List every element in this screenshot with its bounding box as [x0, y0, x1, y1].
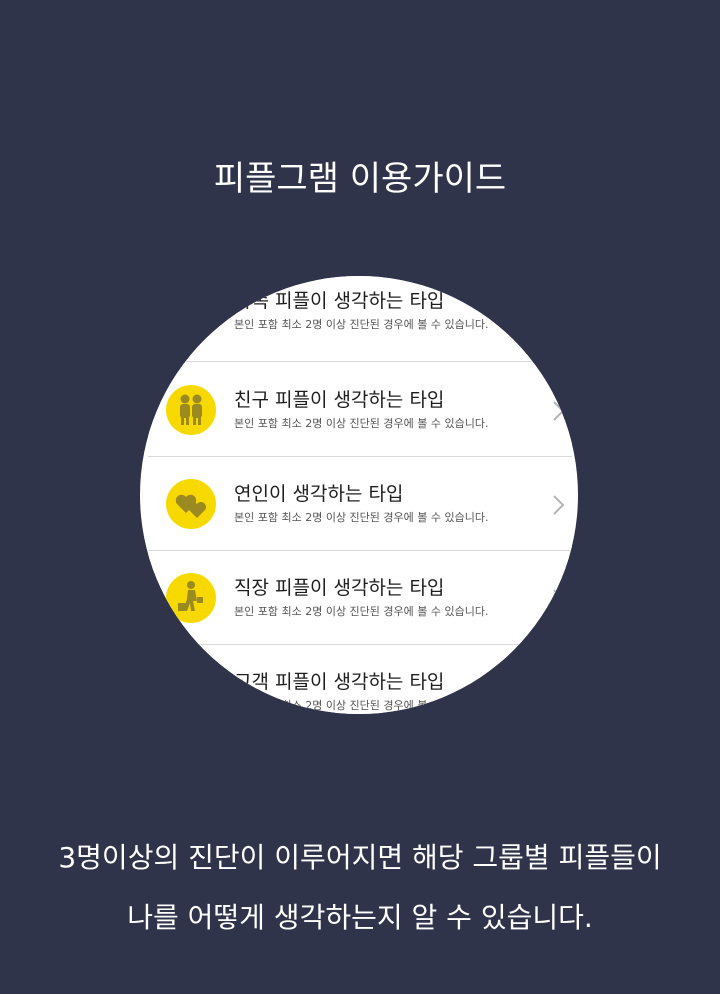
friends-icon [166, 385, 216, 435]
list-item-friends[interactable]: 친구 피플이 생각하는 타입 본인 포함 최소 2명 이상 진단된 경우에 볼 … [148, 363, 572, 457]
list-item-work[interactable]: 직장 피플이 생각하는 타입 본인 포함 최소 2명 이상 진단된 경우에 볼 … [148, 551, 572, 645]
list-item-subtitle: 본인 포함 최소 2명 이상 진단된 경우에 볼 수 있습니다. [234, 318, 489, 331]
hearts-icon [166, 479, 216, 529]
list-item-subtitle: 본인 포함 최소 2명 이상 진단된 경우에 볼 수 있습니다. [234, 605, 489, 618]
list-item-customer[interactable]: 고객 피플이 생각하는 타입 본인 포함 최소 2명 이상 진단된 경우에 볼 … [148, 645, 572, 714]
list-item-subtitle: 본인 포함 최소 2명 이상 진단된 경우에 볼 수 있습니다. [234, 699, 489, 712]
list-item-title: 연인이 생각하는 타입 [234, 483, 404, 505]
list-item-family[interactable]: 가족 피플이 생각하는 타입 본인 포함 최소 2명 이상 진단된 경우에 볼 … [148, 276, 572, 362]
customer-icon [166, 667, 216, 714]
caption-line-1: 3명이상의 진단이 이루어지면 해당 그룹별 피플들이 [58, 841, 662, 874]
list-item-title: 직장 피플이 생각하는 타입 [234, 577, 445, 599]
list-item-title: 가족 피플이 생각하는 타입 [234, 290, 445, 312]
worker-icon [166, 573, 216, 623]
chevron-right-icon [553, 589, 565, 609]
divider [148, 361, 572, 362]
page-title: 피플그램 이용가이드 [213, 158, 507, 199]
list-item-subtitle: 본인 포함 최소 2명 이상 진단된 경우에 볼 수 있습니다. [234, 417, 489, 430]
chevron-right-icon [553, 401, 565, 421]
list-item-subtitle: 본인 포함 최소 2명 이상 진단된 경우에 볼 수 있습니다. [234, 511, 489, 524]
caption-line-2: 나를 어떻게 생각하는지 알 수 있습니다. [127, 901, 593, 934]
list-item-title: 고객 피플이 생각하는 타입 [234, 671, 445, 693]
list-item-lover[interactable]: 연인이 생각하는 타입 본인 포함 최소 2명 이상 진단된 경우에 볼 수 있… [148, 457, 572, 551]
list-item-title: 친구 피플이 생각하는 타입 [234, 389, 445, 411]
preview-circle: 가족 피플이 생각하는 타입 본인 포함 최소 2명 이상 진단된 경우에 볼 … [140, 276, 578, 714]
chevron-right-icon [553, 495, 565, 515]
